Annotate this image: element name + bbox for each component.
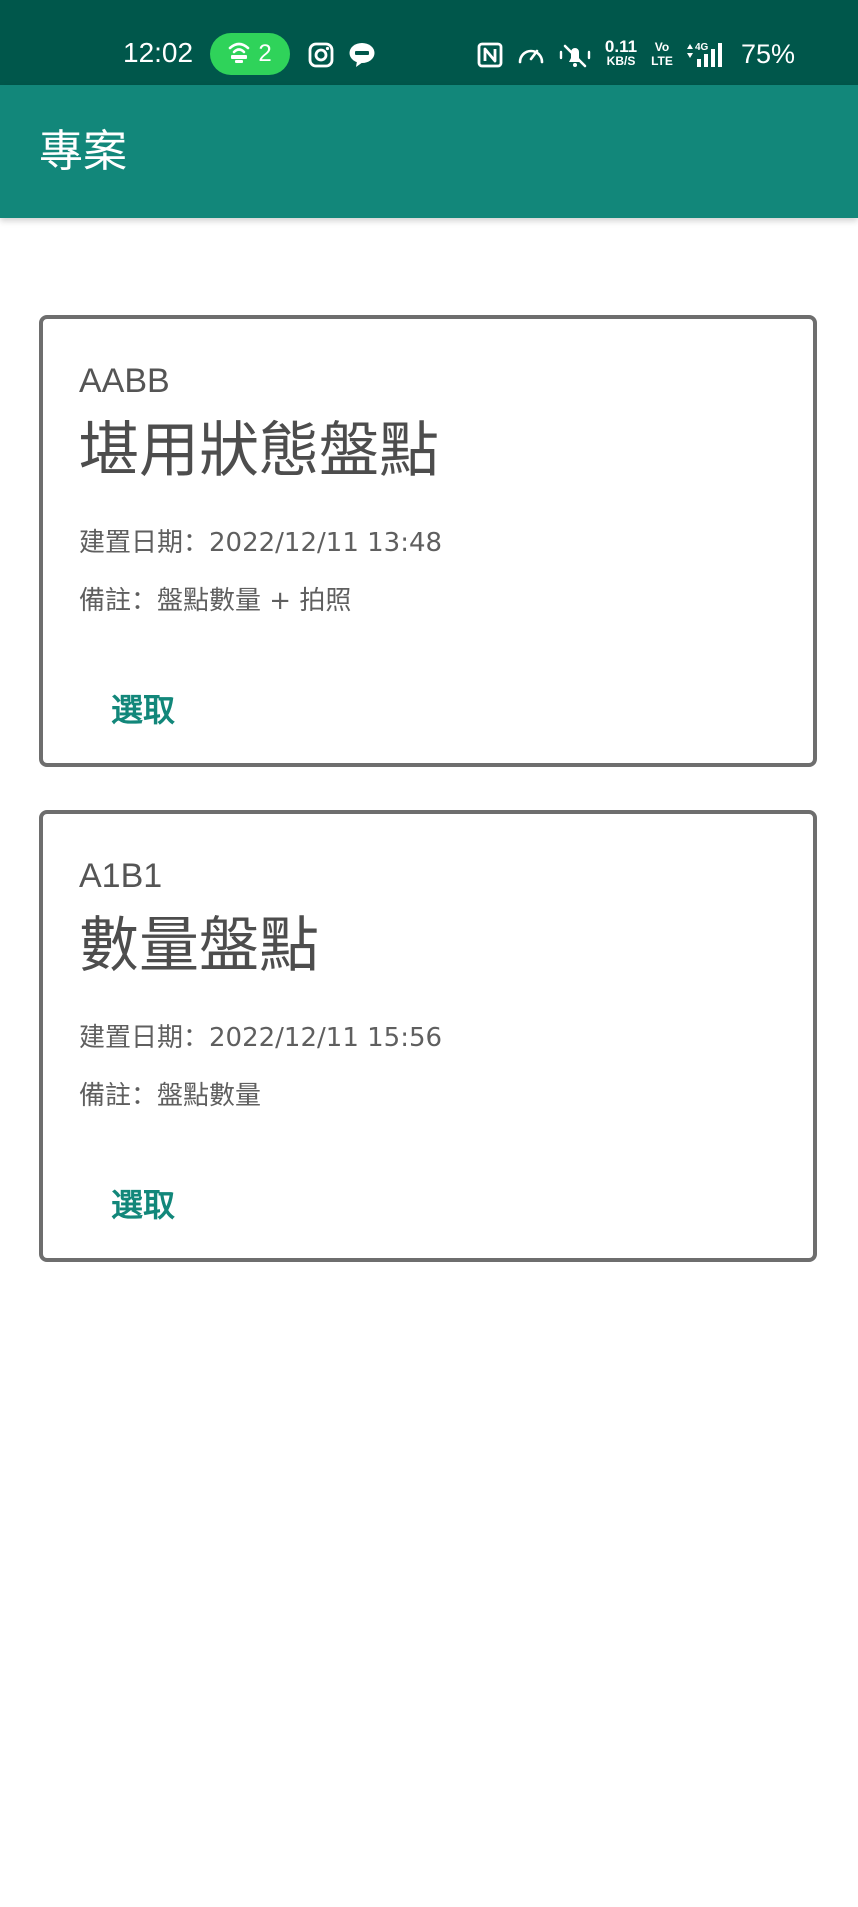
speedometer-icon <box>517 41 545 69</box>
project-code: AABB <box>79 362 170 400</box>
signal-icon: 4G <box>684 41 732 69</box>
app-bar: 專案 <box>0 85 858 218</box>
volte-indicator: Vo LTE <box>650 40 674 68</box>
network-speed-value: 0.11 <box>604 37 638 56</box>
project-code: A1B1 <box>79 857 163 895</box>
network-speed: 0.11 KB/S <box>601 37 641 69</box>
project-name: 堪用狀態盤點 <box>79 416 439 486</box>
select-button[interactable]: 選取 <box>95 1179 191 1231</box>
status-time: 12:02 <box>123 37 194 68</box>
line-icon <box>348 41 376 69</box>
project-note: 備註：盤點數量 + 拍照 <box>79 586 352 616</box>
battery-level: 75% <box>741 39 796 69</box>
project-created-date: 建置日期：2022/12/11 13:48 <box>79 528 443 558</box>
instagram-icon <box>307 41 335 69</box>
project-card: A1B1 數量盤點 建置日期：2022/12/11 15:56 備註：盤點數量 … <box>39 810 817 1262</box>
project-created-date: 建置日期：2022/12/11 15:56 <box>79 1023 443 1053</box>
status-bar: 12:02 2 0.11 KB/S Vo LTE 4G 75% <box>0 0 858 85</box>
hotspot-icon <box>228 40 250 68</box>
hotspot-count: 2 <box>258 40 272 67</box>
network-type-label: 4G <box>695 42 709 53</box>
project-name: 數量盤點 <box>79 911 319 981</box>
volte-bottom: LTE <box>651 54 673 68</box>
nfc-icon <box>476 41 504 69</box>
network-speed-unit: KB/S <box>606 54 636 68</box>
page-title: 專案 <box>39 126 127 177</box>
select-button[interactable]: 選取 <box>95 684 191 736</box>
volte-top: Vo <box>654 40 670 54</box>
project-note: 備註：盤點數量 <box>79 1081 262 1111</box>
bell-off-icon <box>558 41 592 69</box>
project-card: AABB 堪用狀態盤點 建置日期：2022/12/11 13:48 備註：盤點數… <box>39 315 817 767</box>
hotspot-indicator[interactable]: 2 <box>210 33 290 75</box>
